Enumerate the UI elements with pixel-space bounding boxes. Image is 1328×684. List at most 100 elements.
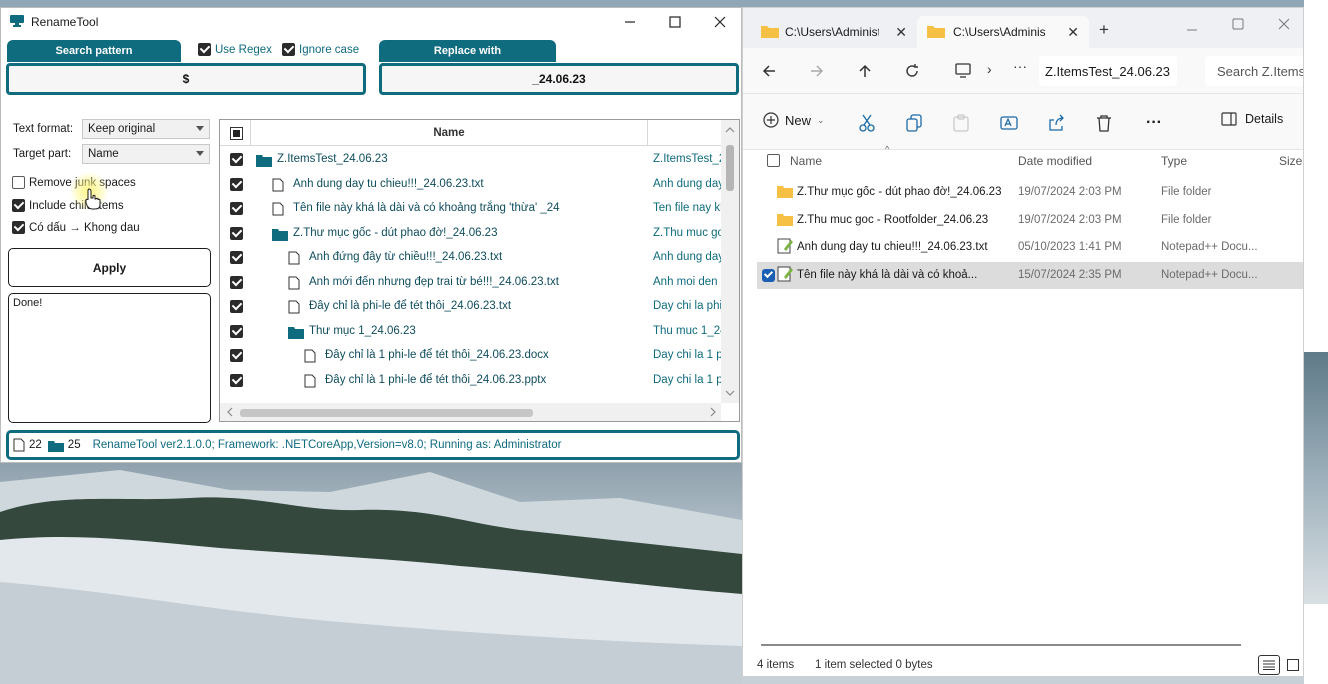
select-all-checkbox[interactable]: [230, 127, 243, 140]
horizontal-scrollbar[interactable]: [220, 403, 721, 421]
file-row[interactable]: Tên file này khá là dài và có khoảng trắ…: [220, 197, 721, 221]
file-row[interactable]: Z.ItemsTest_24.06.23 Z.ItemsTest_24.06.23: [220, 148, 721, 172]
paste-button[interactable]: [950, 112, 972, 134]
close-icon[interactable]: ✕: [1067, 24, 1079, 41]
rename-button[interactable]: [998, 112, 1020, 134]
row-checkbox[interactable]: [230, 349, 243, 362]
date-column-header[interactable]: Date modified: [1018, 154, 1092, 168]
row-checkbox[interactable]: [230, 202, 243, 215]
copy-button[interactable]: [903, 112, 925, 134]
use-regex-checkbox[interactable]: Use Regex: [198, 43, 272, 56]
minimize-icon[interactable]: [1186, 24, 1198, 36]
close-icon[interactable]: ✕: [895, 24, 907, 41]
tiles-view-icon[interactable]: [1287, 659, 1299, 671]
new-button[interactable]: New ⌄: [763, 112, 825, 128]
explorer-row[interactable]: Z.Thư mục gốc - dút phao đờ!_24.06.23 19/…: [757, 179, 1303, 206]
breadcrumb-chevron-icon[interactable]: ›: [987, 61, 992, 77]
more-breadcrumbs-icon[interactable]: ···: [1013, 58, 1027, 74]
address-field[interactable]: Z.ItemsTest_24.06.23: [1039, 56, 1177, 86]
row-checkbox[interactable]: [762, 268, 775, 282]
row-checkbox[interactable]: [230, 251, 243, 264]
details-button[interactable]: Details: [1221, 112, 1283, 126]
maximize-icon[interactable]: [1232, 18, 1244, 30]
row-checkbox[interactable]: [230, 300, 243, 313]
file-row[interactable]: Anh đứng đây từ chiều!!!_24.06.23.txt Anh…: [220, 246, 721, 270]
new-file-name: Day chi la 1 phi-le de tet thoi_24.06.23…: [653, 349, 721, 361]
size-column-header[interactable]: Size: [1279, 154, 1302, 168]
more-options-button[interactable]: ···: [1143, 112, 1165, 134]
close-button[interactable]: [697, 8, 743, 36]
ignore-case-checkbox[interactable]: Ignore case: [282, 43, 359, 56]
row-checkbox[interactable]: [230, 324, 243, 338]
file-row[interactable]: Đây chỉ là phi-le để tét thôi_24.06.23.t…: [220, 295, 721, 319]
text-format-select[interactable]: Keep original: [82, 119, 210, 139]
details-view-button[interactable]: [1258, 655, 1280, 675]
replace-with-input[interactable]: _24.06.23: [379, 63, 739, 95]
cut-button[interactable]: [856, 112, 878, 134]
horizontal-scroll-thumb[interactable]: [240, 409, 533, 417]
chevron-down-icon: [196, 151, 204, 156]
target-part-select[interactable]: Name: [82, 144, 210, 164]
row-checkbox[interactable]: [230, 373, 243, 387]
new-file-name: Thu muc 1_24.06.23: [653, 324, 721, 337]
back-arrow-icon[interactable]: [761, 63, 777, 79]
explorer-row[interactable]: Anh dung day tu chieu!!!_24.06.23.txt 05/…: [757, 234, 1303, 261]
type-column-header[interactable]: Type: [1161, 154, 1187, 168]
row-checkbox[interactable]: [230, 226, 243, 240]
maximize-button[interactable]: [652, 8, 698, 36]
file-row[interactable]: Thư mục 1_24.06.23 Thu muc 1_24.06.23: [220, 320, 721, 344]
explorer-row[interactable]: Z.Thu muc goc - Rootfolder_24.06.23 19/07…: [757, 207, 1303, 234]
file-row[interactable]: Anh dung day tu chieu!!!_24.06.23.txt Anh…: [220, 173, 721, 197]
forward-arrow-icon[interactable]: [809, 63, 825, 79]
new-tab-icon[interactable]: +: [1099, 20, 1109, 40]
search-pattern-tab[interactable]: Search pattern: [7, 40, 181, 62]
name-column-header[interactable]: Name: [790, 154, 822, 168]
remove-diacritics-checkbox[interactable]: Có dấu → Khong dau: [12, 221, 140, 234]
log-output[interactable]: Done!: [8, 293, 211, 423]
search-pattern-input[interactable]: $: [6, 63, 366, 95]
scroll-up-icon[interactable]: [721, 123, 739, 137]
address-bar-row: › ··· Z.ItemsTest_24.06.23 Search Z.Item…: [743, 48, 1303, 94]
horizontal-scrollbar[interactable]: [761, 644, 1241, 646]
select-all-checkbox[interactable]: [767, 154, 780, 167]
vertical-scrollbar[interactable]: [721, 120, 739, 403]
include-child-items-checkbox[interactable]: Include child items: [12, 199, 124, 212]
file-list[interactable]: Name Z.ItemsTest_24.06.23Z.ItemsTest_24.…: [219, 119, 740, 422]
apply-button[interactable]: Apply: [8, 248, 211, 287]
row-checkbox[interactable]: [230, 153, 243, 166]
include-child-items-check[interactable]: [12, 199, 25, 212]
row-checkbox[interactable]: [230, 177, 243, 191]
remove-junk-spaces-check[interactable]: [12, 176, 25, 189]
name-column-header[interactable]: Name: [250, 120, 648, 146]
share-button[interactable]: [1045, 112, 1067, 134]
ignore-case-check[interactable]: [282, 43, 295, 56]
replace-with-tab[interactable]: Replace with: [379, 40, 556, 62]
file-row[interactable]: Z.Thư mục gốc - dút phao đờ!_24.06.23 Z.T…: [220, 222, 721, 246]
this-pc-icon[interactable]: [954, 63, 972, 79]
file-row[interactable]: Đây chỉ là 1 phi-le để tét thôi_24.06.23…: [220, 369, 721, 393]
file-row[interactable]: Anh mới đến nhưng đẹp trai từ bé!!!_24.0…: [220, 271, 721, 295]
remove-diacritics-label: Có dấu → Khong dau: [29, 221, 140, 234]
title-bar[interactable]: RenameTool: [1, 8, 741, 36]
tab-inactive[interactable]: C:\Users\Administ ✕: [751, 16, 917, 48]
minimize-button[interactable]: [607, 8, 653, 36]
file-name: Z.Thư mục gốc - dút phao đờ!_24.06.23: [293, 226, 498, 239]
delete-button[interactable]: [1093, 112, 1115, 134]
tab-active[interactable]: C:\Users\Adminis ✕: [917, 16, 1089, 48]
use-regex-check[interactable]: [198, 43, 211, 56]
up-arrow-icon[interactable]: [857, 63, 873, 79]
explorer-row[interactable]: Tên file này khá là dài và có khoả... 15/…: [757, 261, 1303, 289]
remove-diacritics-check[interactable]: [12, 221, 25, 234]
more-icon: ···: [1146, 114, 1162, 131]
file-count: 22: [29, 439, 42, 451]
scroll-down-icon[interactable]: [721, 386, 739, 400]
scroll-left-icon[interactable]: [223, 403, 237, 421]
tab-strip: C:\Users\Administ ✕ C:\Users\Adminis ✕ +: [743, 8, 1303, 48]
search-input[interactable]: Search Z.Items: [1205, 56, 1303, 86]
vertical-scroll-thumb[interactable]: [726, 145, 734, 191]
file-row[interactable]: Đây chỉ là 1 phi-le để tét thôi_24.06.23…: [220, 344, 721, 368]
scroll-right-icon[interactable]: [706, 403, 720, 421]
row-checkbox[interactable]: [230, 275, 243, 289]
close-icon[interactable]: [1278, 18, 1290, 30]
refresh-icon[interactable]: [904, 63, 920, 79]
